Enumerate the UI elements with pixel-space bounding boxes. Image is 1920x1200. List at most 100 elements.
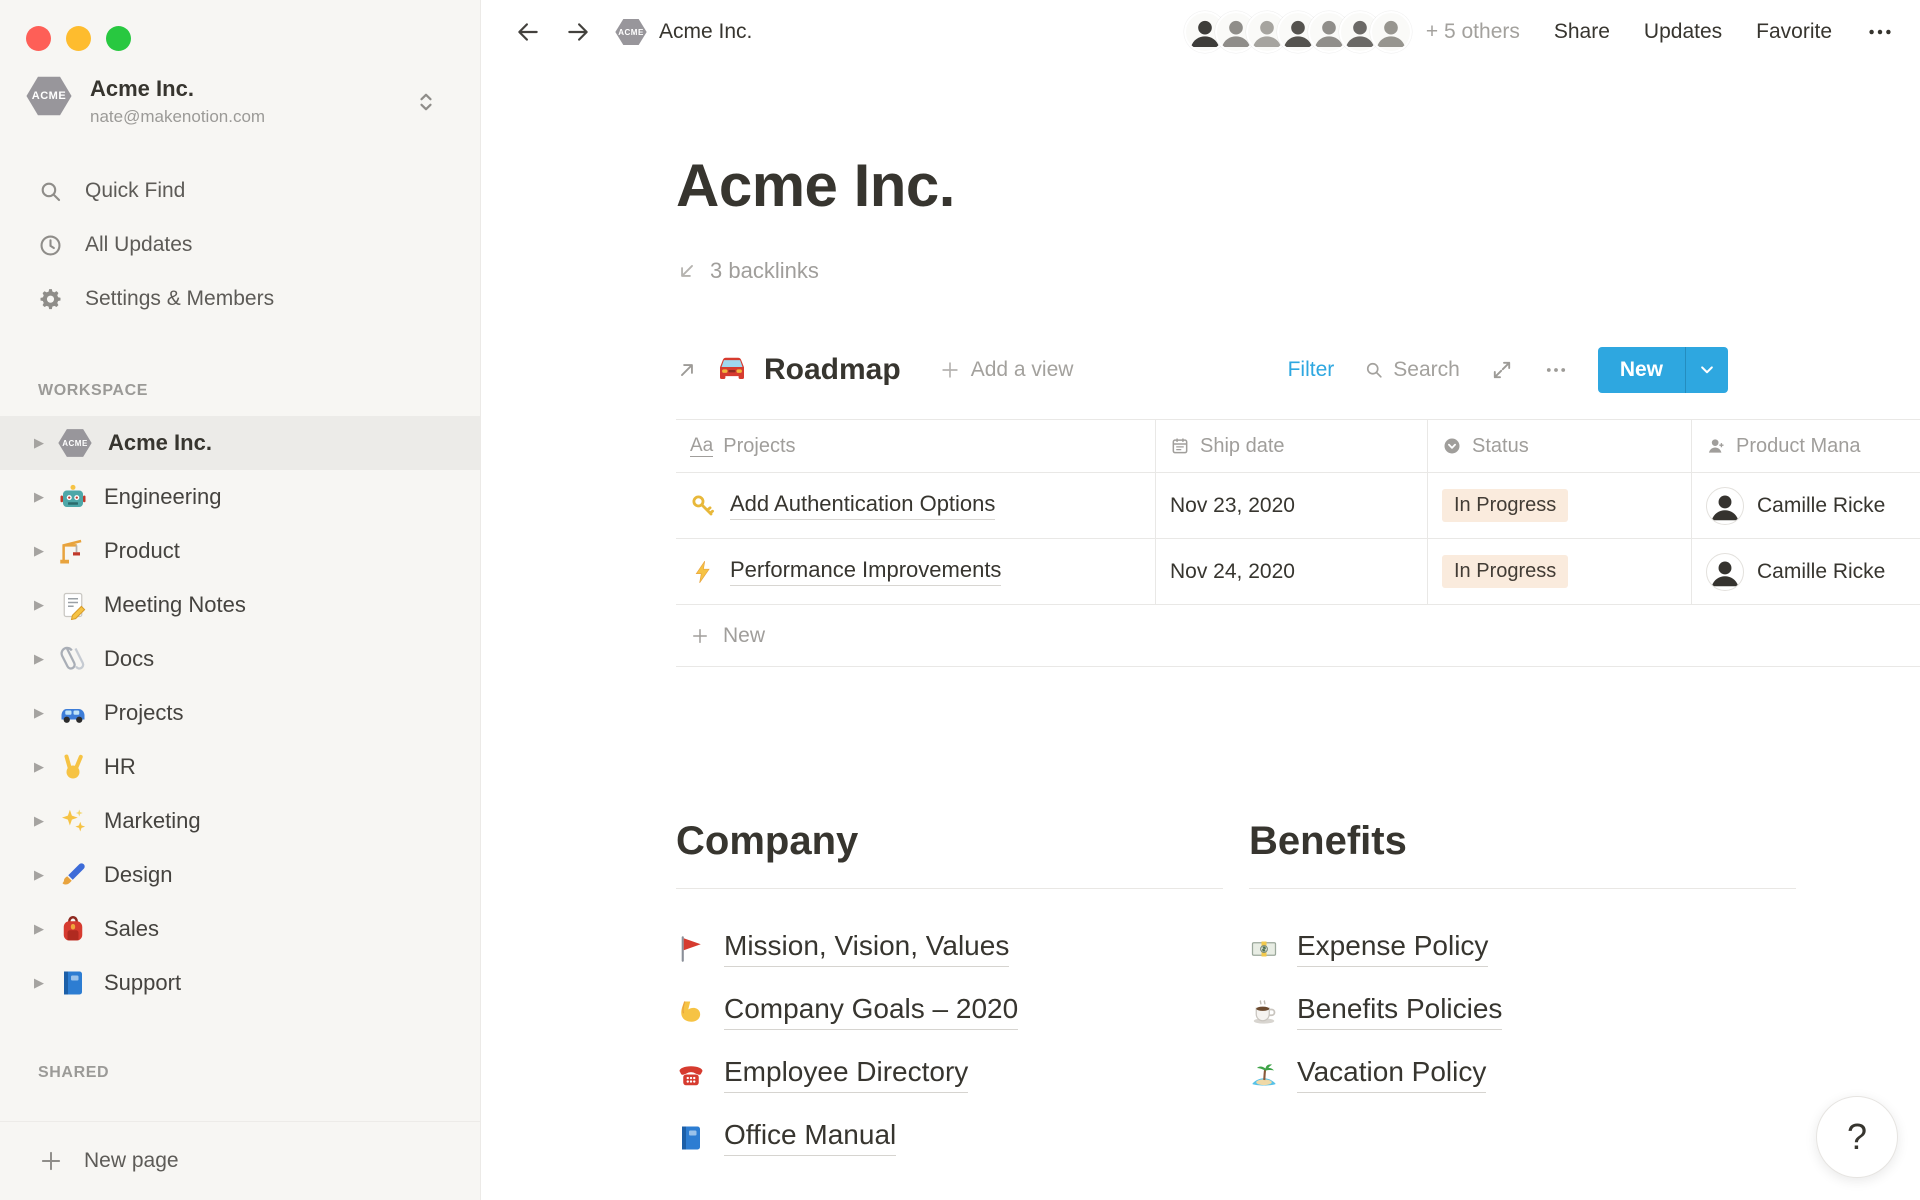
status-cell[interactable]: In Progress <box>1428 539 1692 604</box>
sidebar-item-quick-find[interactable]: Quick Find <box>0 164 480 218</box>
page-link-expense-policy[interactable]: Expense Policy <box>1249 917 1488 980</box>
sidebar-item-all-updates[interactable]: All Updates <box>0 218 480 272</box>
sidebar-item-docs[interactable]: ▶ Docs <box>0 632 480 686</box>
avatar[interactable] <box>1370 11 1412 53</box>
sidebar-item-acme-inc[interactable]: ▶ACMEAcme Inc. <box>0 416 480 470</box>
page-link-mission-vision-values[interactable]: Mission, Vision, Values <box>676 917 1009 980</box>
sidebar-item-label: All Updates <box>85 233 192 257</box>
project-cell[interactable]: Performance Improvements <box>676 539 1156 604</box>
favorite-button[interactable]: Favorite <box>1756 20 1832 44</box>
page-link-vacation-policy[interactable]: Vacation Policy <box>1249 1043 1486 1106</box>
project-cell[interactable]: Add Authentication Options <box>676 473 1156 538</box>
expand-toggle-icon[interactable]: ▶ <box>34 435 58 451</box>
page-link-label: Company Goals – 2020 <box>724 993 1018 1030</box>
sidebar-menu: Quick Find All Updates Settings & Members <box>0 164 480 326</box>
others-count[interactable]: + 5 others <box>1426 20 1520 44</box>
sidebar-item-label: HR <box>104 754 136 780</box>
chevron-updown-icon[interactable] <box>414 88 438 116</box>
updates-button[interactable]: Updates <box>1644 20 1722 44</box>
avatar-silhouette <box>1707 488 1743 524</box>
project-link[interactable]: Performance Improvements <box>690 557 1001 586</box>
help-button[interactable]: ? <box>1816 1096 1898 1178</box>
page-title: Acme Inc. <box>676 150 1920 222</box>
minimize-window-button[interactable] <box>66 26 91 51</box>
share-button[interactable]: Share <box>1554 20 1610 44</box>
sidebar-item-product[interactable]: ▶Product <box>0 524 480 578</box>
add-view-label: Add a view <box>971 358 1074 382</box>
expand-toggle-icon[interactable]: ▶ <box>34 975 58 991</box>
page-link-office-manual[interactable]: Office Manual <box>676 1106 896 1169</box>
forward-arrow-icon[interactable] <box>565 19 591 45</box>
sidebar-item-engineering[interactable]: ▶Engineering <box>0 470 480 524</box>
column-company: CompanyMission, Vision, ValuesCompany Go… <box>676 819 1223 1169</box>
add-view-button[interactable]: Add a view <box>939 358 1074 382</box>
sidebar-item-settings-members[interactable]: Settings & Members <box>0 272 480 326</box>
paperclip-emoji <box>58 644 88 674</box>
page-link-benefits-policies[interactable]: Benefits Policies <box>1249 980 1502 1043</box>
table-new-row-button[interactable]: New <box>676 605 1920 667</box>
expand-icon[interactable] <box>1490 358 1514 382</box>
sidebar-item-label: Marketing <box>104 808 201 834</box>
page-link-employee-directory[interactable]: Employee Directory <box>676 1043 968 1106</box>
expand-toggle-icon[interactable]: ▶ <box>34 921 58 937</box>
manager-cell[interactable]: Camille Ricke <box>1692 539 1920 604</box>
expand-toggle-icon[interactable]: ▶ <box>34 813 58 829</box>
workspace-section-label: WORKSPACE <box>38 382 148 400</box>
ship-date-cell[interactable]: Nov 23, 2020 <box>1156 473 1428 538</box>
project-link[interactable]: Add Authentication Options <box>690 491 995 520</box>
project-link-label: Performance Improvements <box>730 557 1001 586</box>
column-header-ship-date[interactable]: Ship date <box>1156 420 1428 472</box>
table-row: Performance Improvements Nov 24, 2020 In P… <box>676 539 1920 605</box>
expand-toggle-icon[interactable]: ▶ <box>34 759 58 775</box>
expand-toggle-icon[interactable]: ▶ <box>34 867 58 883</box>
sw-arrow-icon <box>676 260 698 282</box>
expand-toggle-icon[interactable]: ▶ <box>34 651 58 667</box>
workspace-page-logo: ACME <box>58 429 92 458</box>
sparkles-emoji <box>58 806 88 836</box>
sidebar-item-support[interactable]: ▶ Support <box>0 956 480 1010</box>
backlinks-button[interactable]: 3 backlinks <box>676 258 819 284</box>
sidebar-item-marketing[interactable]: ▶ Marketing <box>0 794 480 848</box>
coffee-emoji <box>1249 997 1279 1027</box>
expand-toggle-icon[interactable]: ▶ <box>34 597 58 613</box>
new-button[interactable]: New <box>1598 347 1728 393</box>
sidebar-item-hr[interactable]: ▶ HR <box>0 740 480 794</box>
column-header-product-mana[interactable]: Product Mana <box>1692 420 1920 472</box>
search-label: Search <box>1393 358 1460 382</box>
open-as-page-icon[interactable] <box>676 359 698 381</box>
table-options-icon[interactable] <box>1544 358 1568 382</box>
ship-date-cell[interactable]: Nov 24, 2020 <box>1156 539 1428 604</box>
workspace-switcher[interactable]: ACME Acme Inc. nate@makenotion.com <box>26 76 464 127</box>
manager-cell[interactable]: Camille Ricke <box>1692 473 1920 538</box>
search-button[interactable]: Search <box>1364 358 1460 382</box>
new-button-dropdown[interactable] <box>1685 347 1728 393</box>
sidebar-item-label: Docs <box>104 646 154 672</box>
new-button-label[interactable]: New <box>1598 347 1685 393</box>
sidebar-item-projects[interactable]: ▶Projects <box>0 686 480 740</box>
zoom-window-button[interactable] <box>106 26 131 51</box>
page-link-company-goals-2020[interactable]: Company Goals – 2020 <box>676 980 1018 1043</box>
column-header-projects[interactable]: AaProjects <box>676 420 1156 472</box>
expand-toggle-icon[interactable]: ▶ <box>34 543 58 559</box>
sidebar-item-label: Support <box>104 970 181 996</box>
sidebar-item-meeting-notes[interactable]: ▶Meeting Notes <box>0 578 480 632</box>
column-header-status[interactable]: Status <box>1428 420 1692 472</box>
new-page-button[interactable]: New page <box>0 1121 480 1200</box>
close-window-button[interactable] <box>26 26 51 51</box>
back-arrow-icon[interactable] <box>515 19 541 45</box>
status-badge: In Progress <box>1442 555 1568 588</box>
sidebar-item-design[interactable]: ▶Design <box>0 848 480 902</box>
status-cell[interactable]: In Progress <box>1428 473 1692 538</box>
sidebar-item-sales[interactable]: ▶Sales <box>0 902 480 956</box>
more-menu-icon[interactable] <box>1866 18 1894 46</box>
window-controls <box>26 26 131 51</box>
filter-button[interactable]: Filter <box>1288 358 1335 382</box>
blue-car-emoji <box>58 698 88 728</box>
expand-toggle-icon[interactable]: ▶ <box>34 705 58 721</box>
section-links: Expense PolicyBenefits PoliciesVacation … <box>1249 917 1796 1106</box>
breadcrumb[interactable]: Acme Inc. <box>659 20 752 44</box>
expand-toggle-icon[interactable]: ▶ <box>34 489 58 505</box>
backpack-emoji <box>58 914 88 944</box>
page-link-label: Office Manual <box>724 1119 896 1156</box>
plus-icon <box>690 626 710 646</box>
